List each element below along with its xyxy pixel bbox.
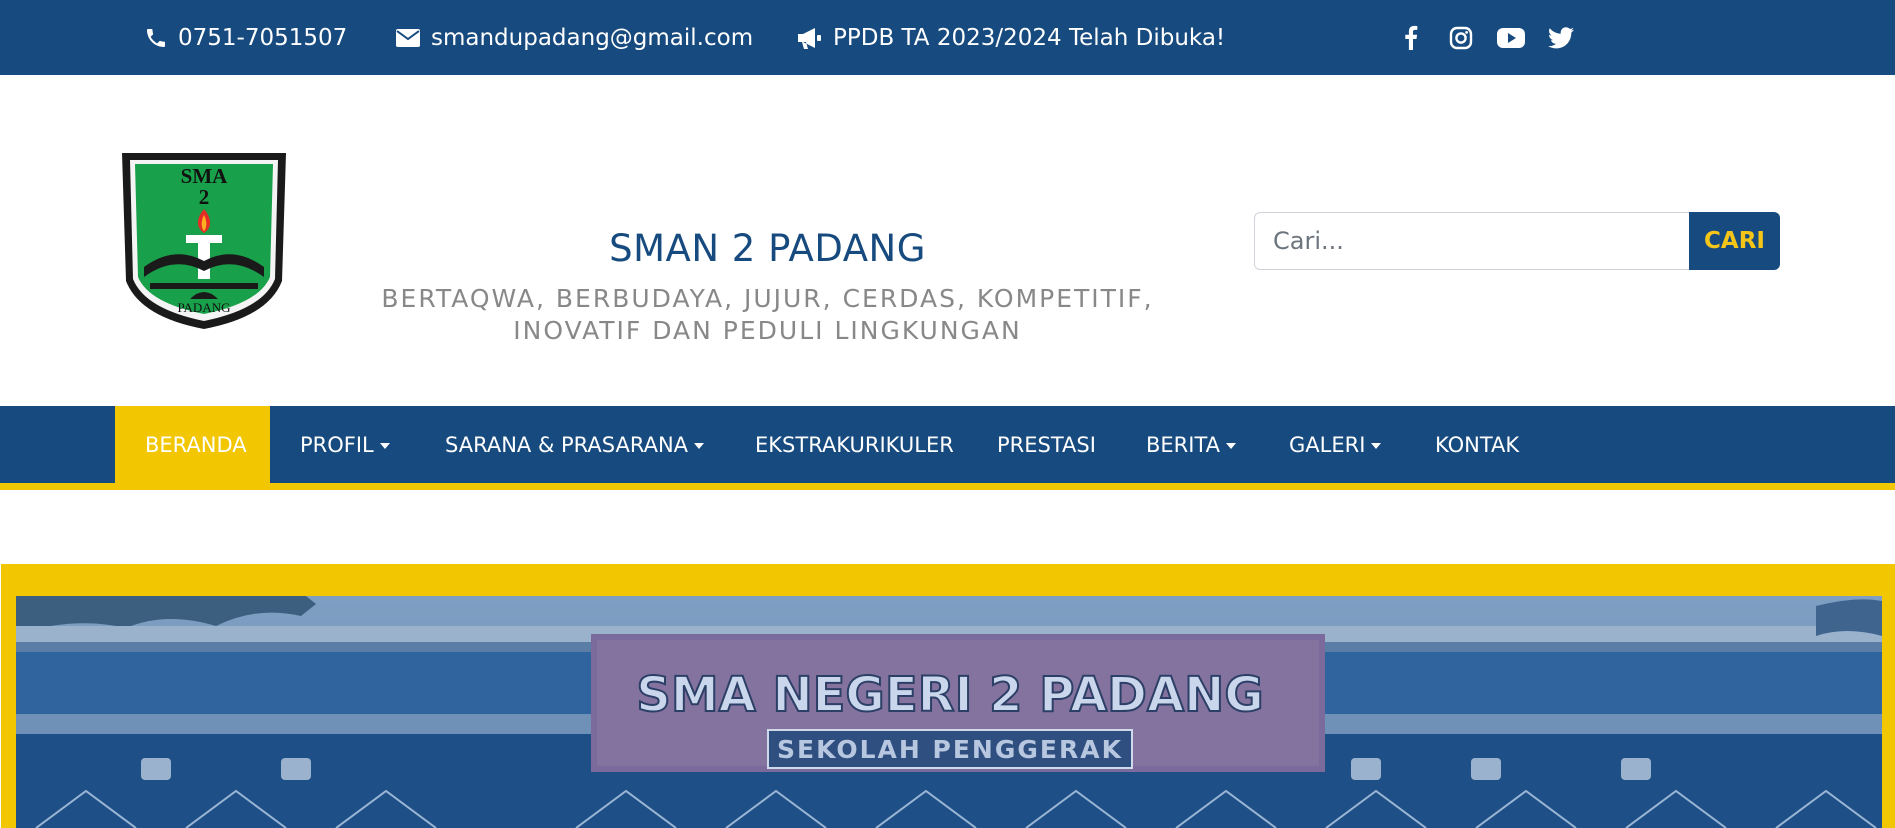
nav-label: BERANDA: [145, 432, 247, 457]
top-bar: 0751-7051507 smandupadang@gmail.com PPDB…: [0, 0, 1895, 75]
nav-prestasi[interactable]: PRESTASI: [967, 406, 1126, 483]
site-title[interactable]: SMAN 2 PADANG: [380, 227, 1155, 270]
nav-label: SARANA & PRASARANA: [445, 432, 689, 457]
chevron-down-icon: [694, 442, 705, 449]
hero-image: SMA NEGERI 2 PADANG SEKOLAH PENGGERAK: [16, 596, 1882, 828]
main-navbar: BERANDA PROFIL SARANA & PRASARANA EKSTRA…: [0, 406, 1895, 490]
motto-line-1: BERTAQWA, BERBUDAYA, JUJUR, CERDAS, KOMP…: [381, 284, 1154, 313]
nav-sarana-prasarana[interactable]: SARANA & PRASARANA: [415, 406, 734, 483]
nav-label: PRESTASI: [997, 432, 1096, 457]
phone-number: 0751-7051507: [178, 24, 348, 51]
announcement-link[interactable]: PPDB TA 2023/2024 Telah Dibuka!: [796, 0, 1225, 75]
nav-kontak[interactable]: KONTAK: [1405, 406, 1549, 483]
hero-slider[interactable]: SMA NEGERI 2 PADANG SEKOLAH PENGGERAK: [16, 596, 1882, 828]
chevron-down-icon: [1371, 442, 1382, 449]
youtube-icon[interactable]: [1486, 13, 1536, 63]
phone-contact[interactable]: 0751-7051507: [144, 0, 347, 75]
nav-label: KONTAK: [1435, 432, 1520, 457]
megaphone-icon: [798, 27, 821, 49]
facebook-icon[interactable]: [1386, 13, 1436, 63]
logo-text-number: 2: [199, 185, 210, 209]
hero-building-sign: SMA NEGERI 2 PADANG: [636, 667, 1263, 723]
motto-line-2: INOVATIF DAN PEDULI LINGKUNGAN: [513, 316, 1022, 345]
nav-beranda[interactable]: BERANDA: [115, 406, 270, 483]
email-contact[interactable]: smandupadang@gmail.com: [395, 0, 753, 75]
twitter-icon[interactable]: [1536, 13, 1586, 63]
school-logo[interactable]: SMA 2 PADANG: [118, 149, 290, 331]
nav-galeri[interactable]: GALERI: [1259, 406, 1411, 483]
school-motto: BERTAQWA, BERBUDAYA, JUJUR, CERDAS, KOMP…: [380, 283, 1155, 347]
phone-icon: [147, 28, 165, 47]
chevron-down-icon: [1226, 442, 1237, 449]
nav-label: EKSTRAKURIKULER: [755, 432, 954, 457]
hero-building-subsign: SEKOLAH PENGGERAK: [777, 735, 1123, 764]
nav-label: GALERI: [1289, 432, 1366, 457]
chevron-down-icon: [379, 442, 390, 449]
envelope-icon: [396, 28, 420, 47]
social-links: [1386, 0, 1586, 75]
nav-label: BERITA: [1146, 432, 1221, 457]
nav-berita[interactable]: BERITA: [1116, 406, 1266, 483]
announcement-text: PPDB TA 2023/2024 Telah Dibuka!: [833, 24, 1226, 51]
nav-profil[interactable]: PROFIL: [270, 406, 420, 483]
logo-text-bottom: PADANG: [178, 300, 231, 315]
search-input[interactable]: [1254, 212, 1690, 270]
instagram-icon[interactable]: [1436, 13, 1486, 63]
search-button[interactable]: CARI: [1689, 212, 1780, 270]
nav-ekstrakurikuler[interactable]: EKSTRAKURIKULER: [725, 406, 984, 483]
email-address: smandupadang@gmail.com: [431, 24, 754, 51]
nav-label: PROFIL: [300, 432, 374, 457]
